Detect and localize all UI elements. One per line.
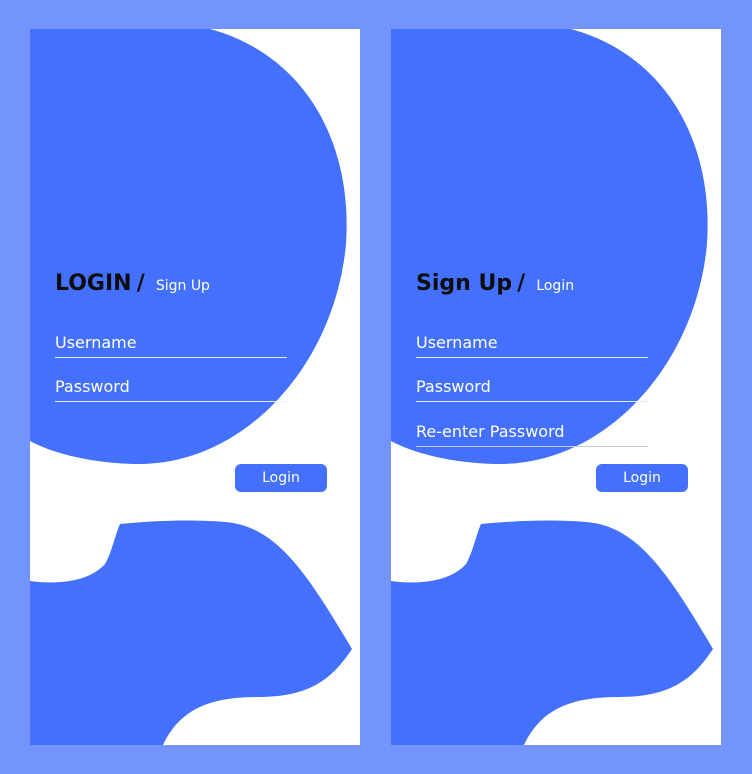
title-row: LOGIN / Sign Up xyxy=(55,271,210,296)
password-field[interactable]: Password xyxy=(55,375,287,402)
login-button[interactable]: Login xyxy=(596,464,688,492)
login-button[interactable]: Login xyxy=(235,464,327,492)
username-field[interactable]: Username xyxy=(55,331,287,358)
bottom-blob-shape xyxy=(391,520,713,745)
username-field[interactable]: Username xyxy=(416,331,648,358)
page-title: Sign Up xyxy=(416,271,513,296)
signup-screen: Sign Up / Login Username Password Re-ent… xyxy=(391,29,721,745)
title-separator: / xyxy=(136,271,145,296)
title-separator: / xyxy=(517,271,526,296)
switch-to-login-link[interactable]: Login xyxy=(536,278,574,294)
page-title: LOGIN xyxy=(55,271,132,296)
login-screen: LOGIN / Sign Up Username Password Login xyxy=(30,29,360,745)
switch-to-signup-link[interactable]: Sign Up xyxy=(156,278,210,294)
title-row: Sign Up / Login xyxy=(416,271,574,296)
bottom-blob-shape xyxy=(30,520,352,745)
password-field[interactable]: Password xyxy=(416,375,648,402)
reenter-password-field[interactable]: Re-enter Password xyxy=(416,420,648,447)
